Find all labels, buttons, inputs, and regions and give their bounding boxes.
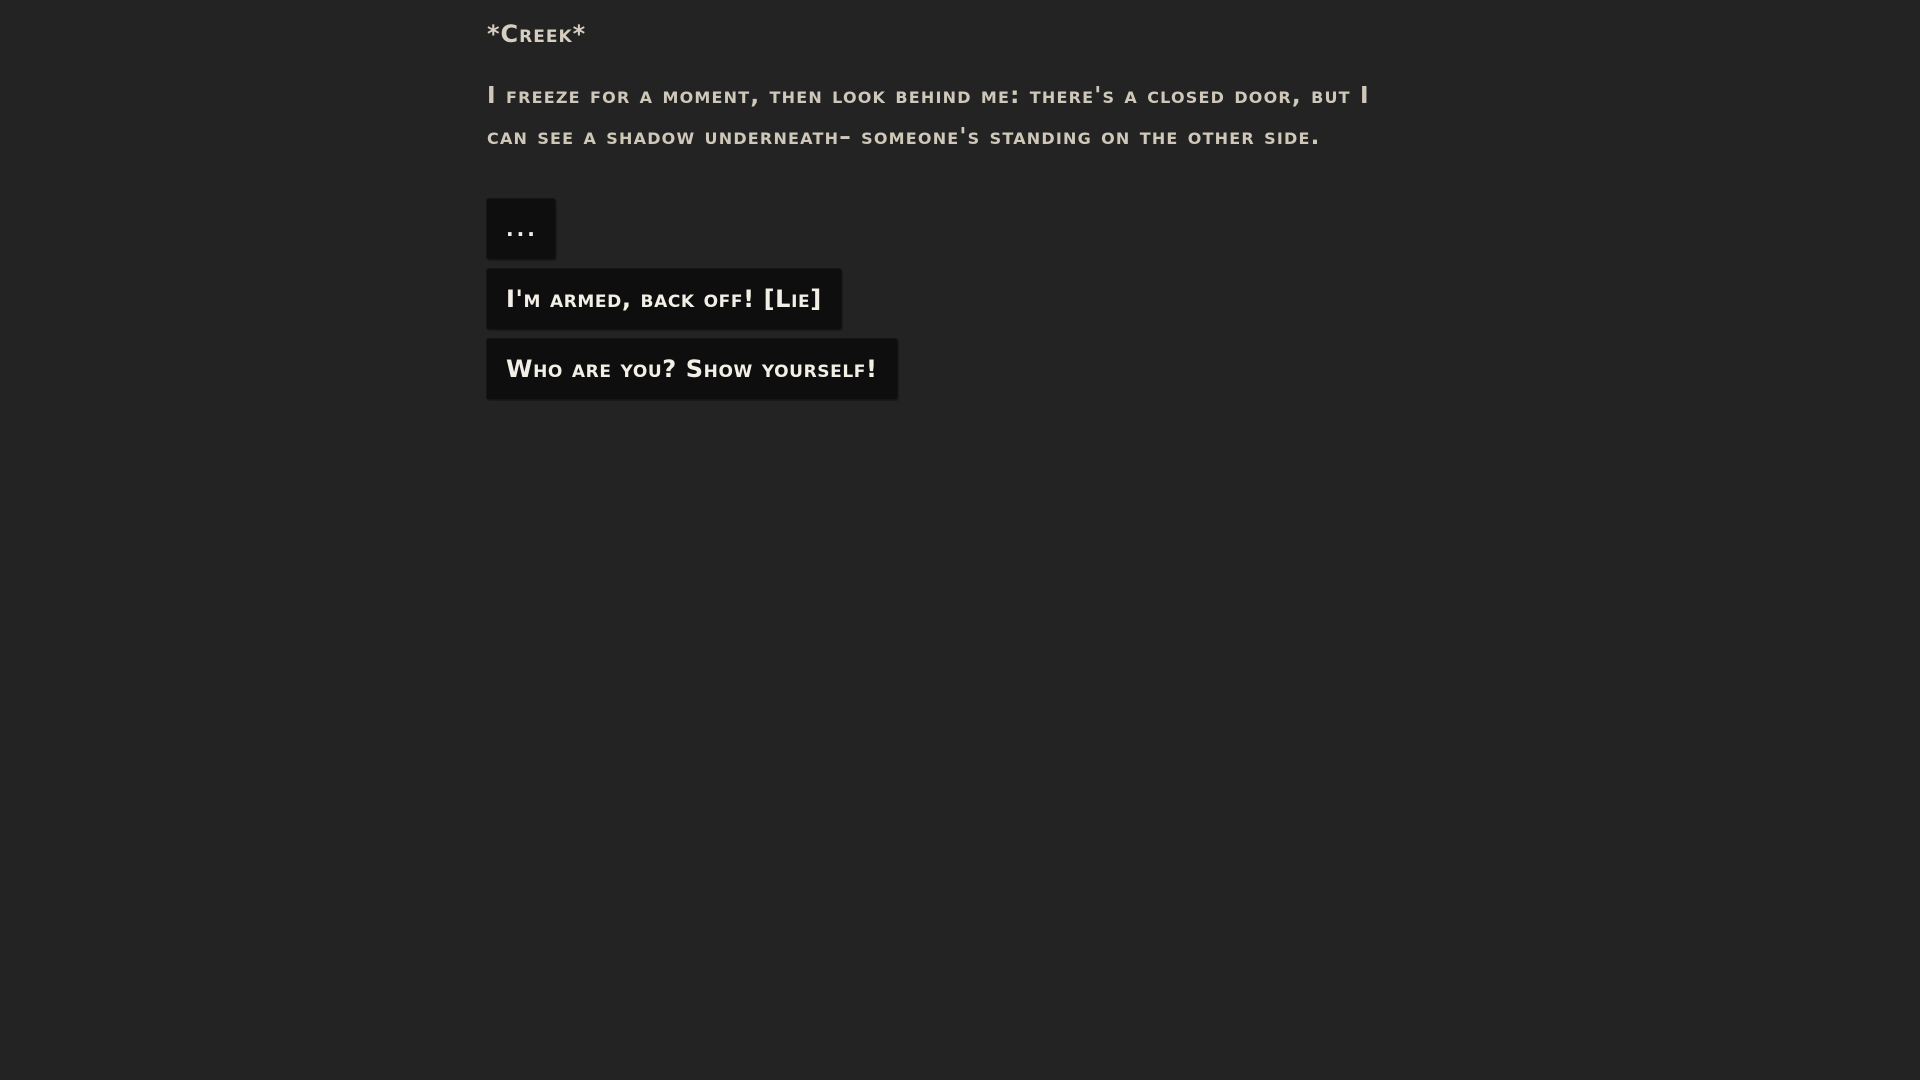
sound-effect-text: *Creek* bbox=[487, 20, 587, 48]
choice-button-armed-lie[interactable]: I'm armed, back off! [Lie] bbox=[487, 269, 841, 329]
story-panel: *Creek* I freeze for a moment, then look… bbox=[487, 14, 1427, 158]
choice-button-silent[interactable]: ... bbox=[487, 199, 555, 259]
narration-text: I freeze for a moment, then look behind … bbox=[487, 83, 1370, 150]
choice-list: ... I'm armed, back off! [Lie] Who are y… bbox=[487, 199, 897, 409]
choice-button-who-are-you[interactable]: Who are you? Show yourself! bbox=[487, 339, 897, 399]
